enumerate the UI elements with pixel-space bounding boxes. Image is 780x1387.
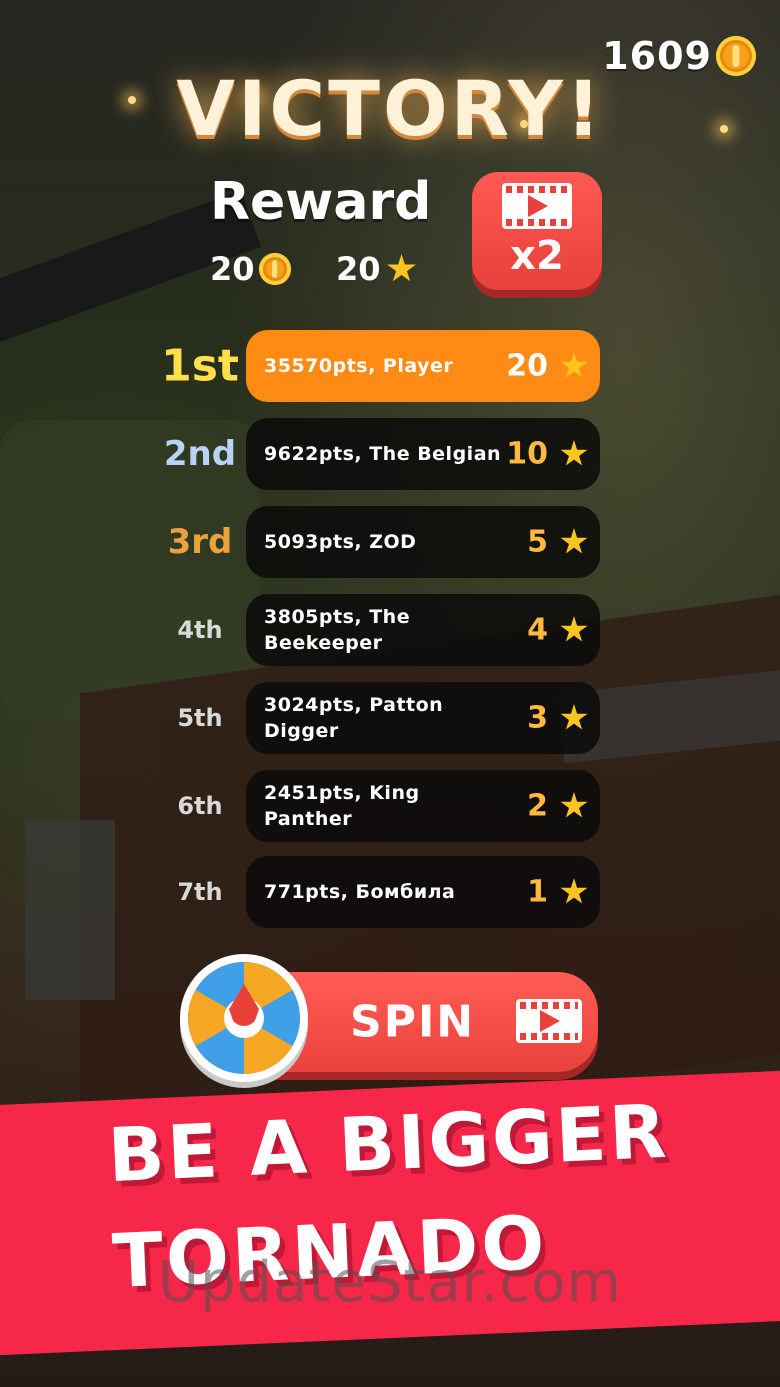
entry-stars-value: 20 [506,348,548,384]
entry-stars-value: 4 [527,612,548,648]
victory-title: VICTORY! [176,64,604,153]
entry-score-name: 771pts, Бомбила [264,881,456,903]
rank-label: 1st [161,340,239,392]
star-icon [560,352,588,378]
leaderboard-row: 7th 771pts, Бомбила 1 [0,856,780,928]
entry-stars-value: 1 [527,874,548,910]
leaderboard-row: 2nd 9622pts, The Belgian 10 [0,418,780,490]
entry-score-name: 3805pts, The Beekeeper [264,606,411,654]
leaderboard-row: 1st 35570pts, Player 20 [0,330,780,402]
opponent-entry-bar: 771pts, Бомбила 1 [246,856,600,928]
video-ad-icon [502,183,572,229]
opponent-entry-bar: 2451pts, King Panther 2 [246,770,600,842]
reward-coins-value: 20 [210,250,255,288]
entry-stars-value: 5 [527,524,548,560]
rank-label: 4th [177,616,223,644]
opponent-entry-bar: 3024pts, Patton Digger 3 [246,682,600,754]
player-entry-bar: 35570pts, Player 20 [246,330,600,402]
rank-label: 6th [177,792,223,820]
reward-title: Reward [210,172,432,232]
opponent-entry-bar: 3805pts, The Beekeeper 4 [246,594,600,666]
star-icon [560,440,588,466]
entry-stars-value: 2 [527,788,548,824]
reward-stars: 20 [336,250,417,288]
reward-stars-value: 20 [336,250,381,288]
entry-stars-value: 3 [527,700,548,736]
star-icon [560,704,588,730]
entry-score-name: 35570pts, Player [264,355,454,377]
fortune-wheel-icon[interactable] [188,962,300,1074]
star-icon [560,878,588,904]
reward-coins: 20 [210,250,291,288]
coin-icon [258,253,291,285]
star-icon [560,616,588,642]
star-icon [560,528,588,554]
video-ad-icon [516,999,582,1043]
leaderboard-row: 5th 3024pts, Patton Digger 3 [0,682,780,754]
opponent-entry-bar: 9622pts, The Belgian 10 [246,418,600,490]
rank-label: 5th [177,704,223,732]
rank-label: 2nd [163,434,237,474]
opponent-entry-bar: 5093pts, ZOD 5 [246,506,600,578]
rank-label: 7th [177,878,223,906]
entry-score-name: 3024pts, Patton Digger [264,694,444,742]
leaderboard-row: 4th 3805pts, The Beekeeper 4 [0,594,780,666]
entry-score-name: 9622pts, The Belgian [264,443,502,465]
watermark: UpdateStar.com [158,1250,622,1315]
star-icon [387,254,416,282]
entry-stars-value: 10 [506,436,548,472]
wheel-pointer-icon [229,984,259,1026]
star-icon [560,792,588,818]
leaderboard-row: 3rd 5093pts, ZOD 5 [0,506,780,578]
leaderboard-row: 6th 2451pts, King Panther 2 [0,770,780,842]
rank-label: 3rd [167,522,233,562]
double-reward-button[interactable]: x2 [472,172,602,290]
entry-score-name: 5093pts, ZOD [264,531,417,553]
entry-score-name: 2451pts, King Panther [264,782,420,830]
double-reward-label: x2 [510,233,564,279]
spin-label: SPIN [350,996,476,1048]
